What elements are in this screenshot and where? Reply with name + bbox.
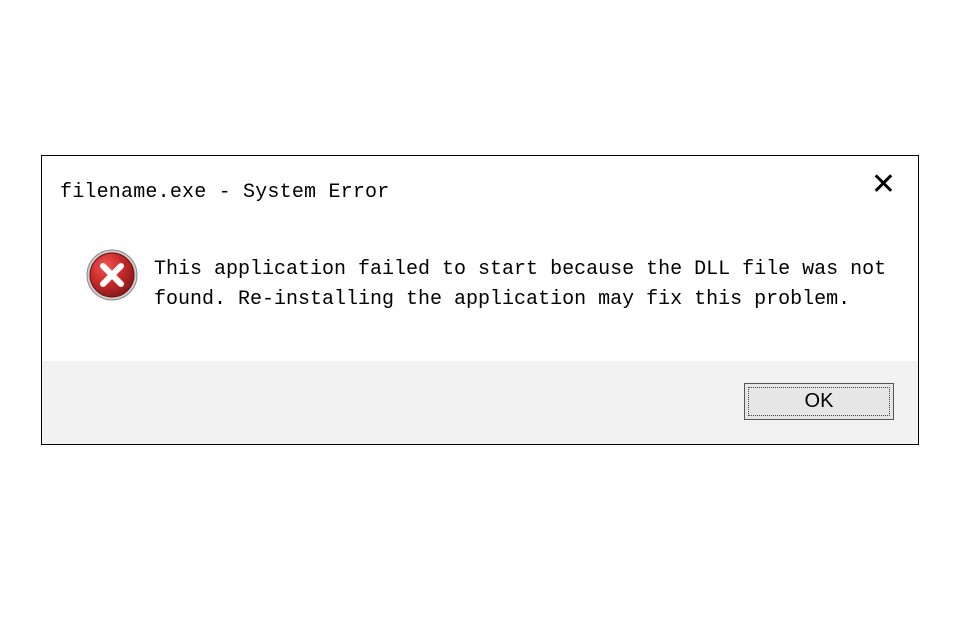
ok-button[interactable]: OK <box>744 383 894 420</box>
dialog-button-bar: OK <box>42 361 918 444</box>
error-icon <box>84 247 140 303</box>
dialog-title: filename.exe - System Error <box>60 181 389 204</box>
dialog-titlebar: filename.exe - System Error ✕ <box>42 156 918 219</box>
dialog-message: This application failed to start because… <box>154 255 894 315</box>
error-dialog: filename.exe - System Error ✕ This appli… <box>41 155 919 445</box>
close-icon[interactable]: ✕ <box>867 170 900 215</box>
dialog-content: This application failed to start because… <box>42 219 918 361</box>
